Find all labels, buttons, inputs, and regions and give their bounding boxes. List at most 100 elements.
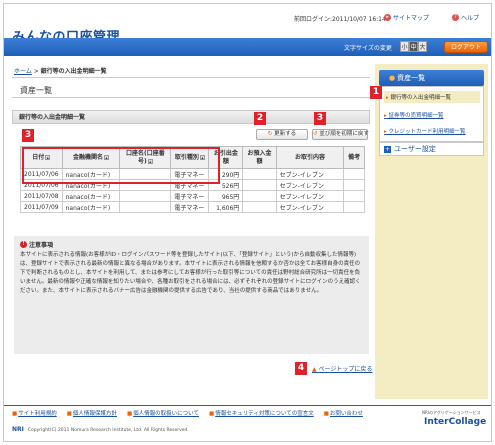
font-size-medium-button[interactable]: 中 (409, 41, 418, 52)
cell-withdrawal: 965円 (208, 190, 244, 202)
callout-3-reset: 3 (314, 112, 326, 125)
page-top-label: ページトップに戻る (318, 366, 373, 373)
help-label: ヘルプ (461, 15, 480, 22)
sidebar: ● 資産一覧 ▸ 銀行等の入出金明細一覧 ▸ 証券等の売買明細一覧 ▸ クレジット… (375, 64, 488, 399)
sidebar-head-assets[interactable]: ● 資産一覧 (379, 70, 484, 86)
reset-icon: ↺ (313, 131, 318, 137)
cell-account (119, 190, 172, 202)
column-header-type[interactable]: 取引種別 ▴ (170, 146, 210, 169)
help-icon: ? (452, 14, 459, 21)
cell-remarks (343, 179, 365, 191)
breadcrumb-home-link[interactable]: ホーム (14, 68, 32, 75)
main-content: 資産一覧 銀行等の入出金明細一覧 ↻ 更新する ↺ 並び順を初期に戻す 日付 ▴ … (12, 82, 372, 402)
sidebar-item-credit-card[interactable]: ▸ クレジットカード利用明細一覧 (384, 127, 466, 135)
footer-link-security[interactable]: ■情報セキュリティ対策についての宣言文 (209, 409, 314, 417)
table-row: 2011/07/06 nanaco(カード) 電子マネー 526円 セブン-イレ… (20, 179, 365, 191)
cell-withdrawal: 526円 (208, 179, 244, 191)
sidebar-item-securities[interactable]: ▸ 証券等の売買明細一覧 (384, 111, 444, 119)
cell-date: 2011/07/06 (20, 179, 63, 191)
intercollage-logo: InterCollage (424, 417, 487, 427)
plus-icon: + (384, 146, 391, 153)
cell-institution: nanaco(カード) (61, 168, 121, 180)
table-row: 2011/07/09 nanaco(カード) 電子マネー 1,606円 セブン-… (20, 201, 365, 213)
font-size-label: 文字サイズの変更 (344, 45, 392, 52)
notice-title-label: 注意事項 (29, 242, 54, 249)
nri-logo: NRI (12, 426, 24, 433)
font-size-large-button[interactable]: 大 (418, 41, 427, 52)
last-login-text: 前回ログイン:2011/10/07 16:14 (294, 16, 386, 23)
cell-date: 2011/07/06 (20, 168, 63, 180)
notice-title: ! 注意事項 (20, 240, 363, 249)
callout-2: 2 (254, 112, 266, 125)
cell-deposit (242, 190, 277, 202)
column-header-account[interactable]: 口座名(口座番号) ▴ (119, 146, 172, 169)
breadcrumb-current: 銀行等の入出金明細一覧 (40, 68, 107, 75)
page-top-link[interactable]: ▲ ページトップに戻る (312, 364, 372, 373)
cell-deposit (242, 179, 277, 191)
warning-icon: ! (20, 241, 27, 248)
cell-type: 電子マネー (170, 190, 210, 202)
sidebar-head-label: 資産一覧 (397, 74, 426, 82)
cell-account (119, 179, 172, 191)
sidebar-menu: ▸ 銀行等の入出金明細一覧 ▸ 証券等の売買明細一覧 ▸ クレジットカード利用明… (379, 86, 484, 142)
reset-order-button[interactable]: ↺ 並び順を初期に戻す (312, 129, 369, 140)
sort-icon[interactable]: ▴ (147, 158, 153, 164)
font-size-small-button[interactable]: 小 (400, 41, 409, 52)
sitemap-label: サイトマップ (393, 15, 430, 22)
notice-body: 本サイトに表示される情報(お客様がID・ログインパスワード等を登録したサイト(以… (20, 252, 361, 294)
refresh-button[interactable]: ↻ 更新する (256, 129, 308, 140)
logout-button[interactable]: ログアウト (444, 41, 488, 53)
refresh-icon: ↻ (267, 131, 273, 137)
cell-deposit (242, 168, 277, 180)
column-header-institution[interactable]: 金融機関名 ▴ (61, 146, 121, 169)
footer-link-contact[interactable]: ■お問い合わせ (324, 409, 363, 417)
table-row: 2011/07/06 nanaco(カード) 電子マネー 290円 セブン-イレ… (20, 168, 365, 180)
cell-date: 2011/07/09 (20, 201, 63, 213)
sort-icon[interactable]: ▴ (45, 154, 51, 160)
breadcrumb: ホーム > 銀行等の入出金明細一覧 (14, 66, 107, 75)
arrow-up-icon: ▲ (312, 366, 317, 373)
footer-link-privacy-policy[interactable]: ■個人情報保護方針 (67, 409, 117, 417)
sort-icon[interactable]: ▴ (104, 154, 110, 160)
sort-icon[interactable]: ▴ (199, 154, 205, 160)
help-link[interactable]: ? ヘルプ (452, 13, 479, 22)
notice-box: ! 注意事項 本サイトに表示される情報(お客様がID・ログインパスワード等を登録… (14, 236, 369, 354)
callout-4: 4 (295, 362, 307, 375)
arrow-right-icon: ▸ (384, 129, 387, 135)
column-header-deposit: お預入金額 (242, 146, 277, 169)
cell-remarks (343, 201, 365, 213)
intercollage-tagline: NRIのアグリゲーションサービス (422, 410, 481, 415)
breadcrumb-separator: > (31, 68, 41, 75)
refresh-label: 更新する (274, 131, 297, 137)
sitemap-icon: ▸ (384, 14, 391, 21)
statement-table: 日付 ▴ 金融機関名 ▴ 口座名(口座番号) ▴ 取引種別 ▴ お引出金額 お預入金額 … (20, 146, 365, 213)
sidebar-user-settings[interactable]: + ユーザー設定 (379, 142, 484, 156)
cell-remarks (343, 190, 365, 202)
column-header-date[interactable]: 日付 ▴ (20, 146, 63, 169)
table-row: 2011/07/08 nanaco(カード) 電子マネー 965円 セブン-イレ… (20, 190, 365, 202)
footer-links: ■サイト利用規約 ■個人情報保護方針 ■個人情報の取扱いについて ■情報セキュリ… (12, 409, 363, 417)
cell-deposit (242, 201, 277, 213)
footer-link-personal-info[interactable]: ■個人情報の取扱いについて (127, 409, 199, 417)
cell-type: 電子マネー (170, 179, 210, 191)
cell-institution: nanaco(カード) (61, 201, 121, 213)
footer-link-terms[interactable]: ■サイト利用規約 (12, 409, 57, 417)
copyright: NRI Copyright(C) 2011 Nomura Research Ins… (12, 426, 189, 433)
breadcrumb-divider (12, 77, 370, 78)
cell-withdrawal: 1,606円 (208, 201, 244, 213)
cell-institution: nanaco(カード) (61, 179, 121, 191)
copyright-text: Copyright(C) 2011 Nomura Research Instit… (27, 428, 189, 433)
cell-remarks (343, 168, 365, 180)
sidebar-item-label: 証券等の売買明細一覧 (388, 113, 444, 119)
sidebar-item-bank-statements[interactable]: ▸ 銀行等の入出金明細一覧 (384, 91, 480, 103)
cell-description: セブン-イレブン (275, 190, 345, 202)
callout-3-columns: 3 (22, 129, 34, 142)
reset-order-label: 並び順を初期に戻す (319, 131, 369, 137)
cell-account (119, 168, 172, 180)
cell-description: セブン-イレブン (275, 179, 345, 191)
bullet-icon: ● (389, 74, 396, 82)
sidebar-item-label: 銀行等の入出金明細一覧 (390, 95, 452, 101)
column-header-remarks: 備考 (343, 146, 365, 169)
sitemap-link[interactable]: ▸ サイトマップ (384, 13, 429, 22)
sidebar-item-label: クレジットカード利用明細一覧 (388, 129, 466, 135)
